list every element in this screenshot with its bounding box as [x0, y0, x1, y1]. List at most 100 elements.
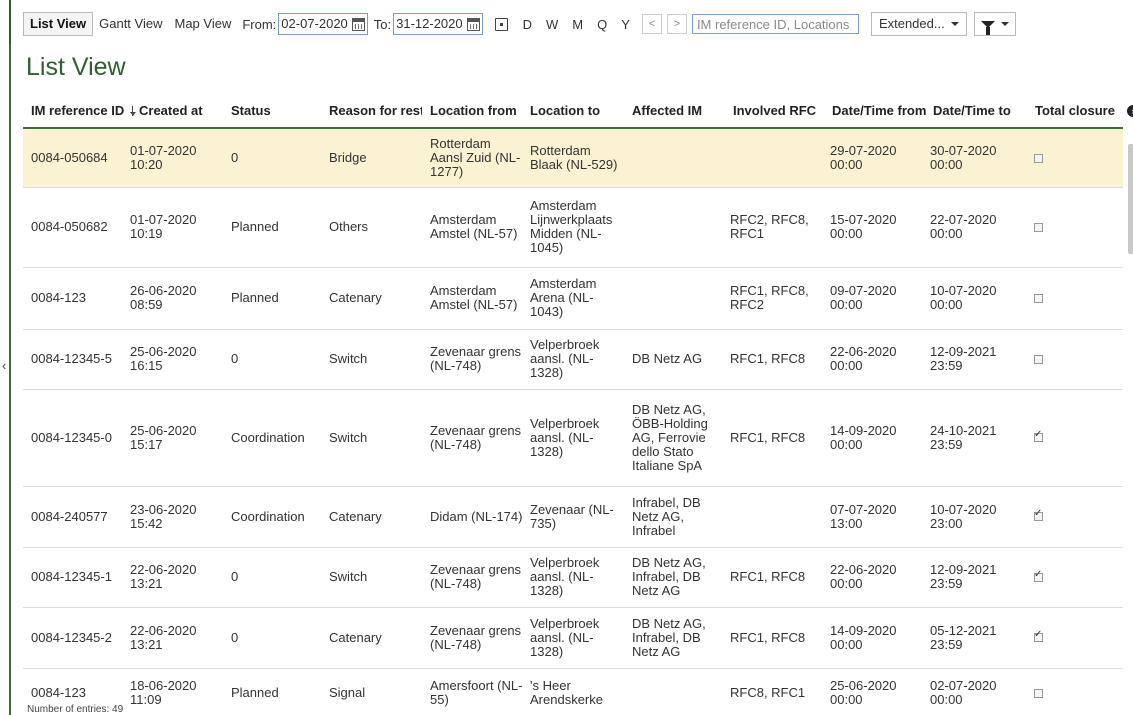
cell-datetime-from: 15-07-2020 00:00	[830, 212, 897, 241]
from-date-input[interactable]: 02-07-2020	[278, 13, 368, 35]
to-label: To:	[373, 16, 392, 32]
table-row[interactable]: 0084-12345-2 22-06-2020 13:21 0 Catenary Zev…	[23, 607, 1123, 669]
previous-period-button[interactable]: <	[641, 14, 662, 34]
table-row[interactable]: 0084-12345-0 25-06-2020 15:17 Coordination…	[23, 389, 1123, 487]
cell-reason: Others	[329, 219, 369, 234]
cell-location-from: Zevenaar grens (NL-748)	[430, 344, 522, 373]
filter-dropdown[interactable]	[973, 12, 1016, 36]
to-date-value: 31-12-2020	[396, 16, 463, 31]
header-datetime-to[interactable]: Date/Time to	[933, 103, 1027, 118]
header-reason[interactable]: Reason for restriction	[329, 103, 422, 118]
table-row[interactable]: 0084-12345-5 25-06-2020 16:15 0 Switch Zeven…	[23, 329, 1123, 390]
header-involved-rfc[interactable]: Involved RFC	[733, 103, 829, 118]
cell-im-reference-id: 0084-050684	[31, 150, 108, 165]
next-period-button[interactable]: >	[666, 14, 687, 34]
table-row[interactable]: 0084-050684 01-07-2020 10:20 0 Bridge Rotter…	[23, 129, 1123, 188]
cell-reason: Catenary	[329, 290, 382, 305]
from-date-value: 02-07-2020	[281, 16, 348, 31]
table-row[interactable]: 0084-240577 23-06-2020 15:42 Coordination C…	[23, 486, 1123, 548]
period-quarter-button[interactable]: Q	[597, 17, 607, 32]
period-day-button[interactable]: D	[523, 17, 532, 32]
page-title: List View	[26, 53, 126, 81]
scroll-indicator-icon[interactable]: ›	[1127, 105, 1133, 117]
today-icon[interactable]	[494, 17, 508, 31]
header-location-from[interactable]: Location from	[430, 103, 526, 118]
search-input[interactable]: IM reference ID, Locations	[691, 14, 859, 34]
cell-location-from: Didam (NL-174)	[430, 509, 523, 524]
total-closure-checkbox[interactable]	[1034, 569, 1043, 582]
cell-im-reference-id: 0084-12345-2	[31, 630, 112, 645]
header-created-at[interactable]: Created at	[130, 103, 220, 118]
cell-datetime-to: 05-12-2021 23:59	[930, 623, 997, 652]
map-view-button[interactable]: Map View	[168, 13, 237, 35]
table-row[interactable]: 0084-050682 01-07-2020 10:19 Planned Others…	[23, 187, 1123, 268]
cell-location-to: Velperbroek aansl. (NL-1328)	[530, 337, 600, 380]
total-closure-checkbox[interactable]	[1034, 508, 1043, 521]
cell-affected-im: Infrabel, DB Netz AG, Infrabel	[632, 495, 701, 538]
cell-datetime-from: 22-06-2020 00:00	[830, 562, 897, 591]
vertical-scrollbar[interactable]	[1128, 144, 1133, 254]
extended-dropdown[interactable]: Extended...	[870, 12, 967, 36]
cell-affected-im: DB Netz AG, Infrabel, DB Netz AG	[632, 555, 706, 598]
period-month-button[interactable]: M	[572, 17, 583, 32]
cell-im-reference-id: 0084-12345-5	[31, 351, 112, 366]
calendar-icon[interactable]	[351, 17, 365, 31]
cell-im-reference-id: 0084-240577	[31, 509, 108, 524]
cell-created-at: 01-07-2020 10:20	[130, 143, 197, 172]
from-label: From:	[242, 16, 277, 32]
cell-datetime-to: 24-10-2021 23:59	[930, 423, 997, 452]
cell-affected-im: DB Netz AG, Infrabel, DB Netz AG	[632, 616, 706, 659]
sort-icon	[130, 106, 136, 116]
period-week-button[interactable]: W	[546, 17, 558, 32]
total-closure-checkbox[interactable]	[1034, 689, 1043, 698]
to-date-input[interactable]: 31-12-2020	[393, 13, 483, 35]
cell-datetime-to: 12-09-2021 23:59	[930, 562, 997, 591]
cell-involved-rfc: RFC1, RFC8	[730, 351, 806, 366]
cell-datetime-from: 14-09-2020 00:00	[830, 423, 897, 452]
cell-involved-rfc: RFC1, RFC8	[730, 569, 806, 584]
total-closure-checkbox[interactable]	[1034, 294, 1043, 303]
cell-im-reference-id: 0084-050682	[31, 219, 108, 234]
cell-created-at: 23-06-2020 15:42	[130, 502, 197, 531]
cell-location-to: Rotterdam Blaak (NL-529)	[530, 143, 618, 172]
cell-location-from: Amsterdam Amstel (NL-57)	[430, 283, 518, 312]
cell-reason: Signal	[329, 685, 366, 700]
cell-datetime-to: 12-09-2021 23:59	[930, 344, 997, 373]
total-closure-checkbox[interactable]	[1034, 629, 1043, 642]
header-im-reference-id[interactable]: IM reference ID	[31, 103, 127, 118]
cell-affected-im: DB Netz AG	[632, 351, 703, 366]
cell-location-from: Zevenaar grens (NL-748)	[430, 423, 522, 452]
table-row[interactable]: 0084-123 18-06-2020 11:09 Planned Signal Ame…	[23, 668, 1123, 715]
total-closure-checkbox[interactable]	[1034, 223, 1043, 232]
cell-created-at: 25-06-2020 16:15	[130, 344, 197, 373]
cell-involved-rfc: RFC1, RFC8	[730, 630, 806, 645]
table-row[interactable]: 0084-123 26-06-2020 08:59 Planned Catenary A…	[23, 267, 1123, 330]
list-view-button[interactable]: List View	[23, 12, 94, 36]
total-closure-checkbox[interactable]	[1034, 154, 1043, 163]
cell-location-from: Rotterdam Aansl Zuid (NL-1277)	[430, 136, 521, 179]
header-datetime-from[interactable]: Date/Time from	[832, 103, 926, 118]
cell-datetime-to: 30-07-2020 00:00	[930, 143, 997, 172]
total-closure-checkbox[interactable]	[1034, 429, 1043, 442]
total-closure-checkbox[interactable]	[1034, 355, 1043, 364]
header-location-to[interactable]: Location to	[530, 103, 626, 118]
left-accent-bar	[9, 0, 11, 715]
cell-location-to: Amsterdam Arena (NL-1043)	[530, 276, 597, 319]
header-status[interactable]: Status	[231, 103, 311, 118]
calendar-icon[interactable]	[466, 17, 480, 31]
header-total-closure[interactable]: Total closure	[1035, 103, 1123, 118]
cell-created-at: 26-06-2020 08:59	[130, 283, 197, 312]
cell-datetime-from: 22-06-2020 00:00	[830, 344, 897, 373]
cell-status: 0	[231, 150, 239, 165]
cell-status: 0	[231, 569, 239, 584]
header-affected-im[interactable]: Affected IM	[632, 103, 728, 118]
caret-down-icon	[950, 22, 959, 26]
cell-location-to: Amsterdam Lijnwerkplaats Midden (NL-1045…	[530, 198, 613, 255]
cell-location-to: Velperbroek aansl. (NL-1328)	[530, 416, 600, 459]
cell-involved-rfc: RFC1, RFC8, RFC2	[730, 283, 809, 312]
cell-reason: Bridge	[329, 150, 367, 165]
table-row[interactable]: 0084-12345-1 22-06-2020 13:21 0 Switch Zeven…	[23, 547, 1123, 608]
collapse-sidebar-icon[interactable]: ‹	[2, 358, 6, 373]
period-year-button[interactable]: Y	[621, 17, 630, 32]
gantt-view-button[interactable]: Gantt View	[93, 13, 168, 35]
